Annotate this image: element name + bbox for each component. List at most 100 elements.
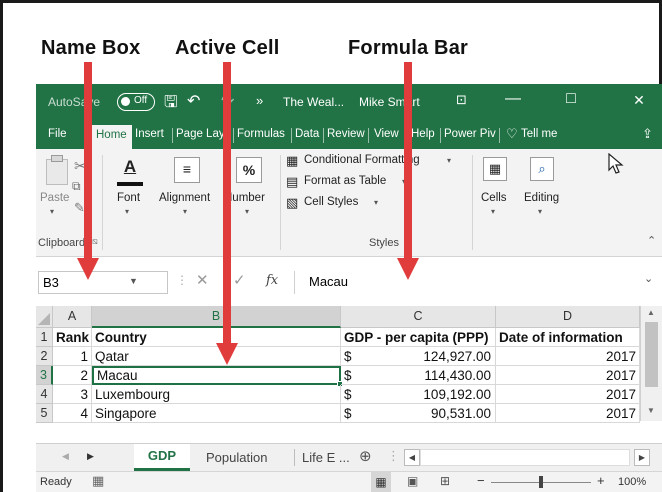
- scrollbar-thumb[interactable]: [645, 322, 658, 387]
- paste-icon[interactable]: [46, 159, 68, 185]
- cell-c2[interactable]: $ 124,927.00: [341, 347, 496, 366]
- row-header[interactable]: 2: [36, 347, 53, 366]
- maximize-button[interactable]: □: [556, 90, 586, 108]
- paste-label[interactable]: Paste: [40, 192, 69, 204]
- zoom-out-icon[interactable]: −: [477, 473, 485, 488]
- editing-group-button[interactable]: Editing: [524, 192, 559, 204]
- undo-icon[interactable]: ↶: [187, 91, 200, 111]
- cell-d4[interactable]: 2017: [496, 385, 640, 404]
- tab-formulas[interactable]: Formulas: [237, 128, 285, 140]
- tab-review[interactable]: Review: [327, 128, 365, 140]
- cell-a4[interactable]: 3: [53, 385, 92, 404]
- scroll-down-icon[interactable]: ▼: [647, 406, 655, 415]
- clipboard-launcher-icon[interactable]: ⧅: [92, 236, 98, 247]
- ribbon-display-icon[interactable]: ⊡: [456, 92, 467, 108]
- cell-d3[interactable]: 2017: [496, 366, 640, 385]
- column-header-d[interactable]: D: [496, 306, 640, 328]
- collapse-ribbon-icon[interactable]: ⌃: [647, 234, 656, 247]
- hscroll-left-icon[interactable]: ◀: [404, 449, 420, 466]
- copy-icon[interactable]: ⧉: [72, 179, 81, 194]
- cell-d2[interactable]: 2017: [496, 347, 640, 366]
- cell-a2[interactable]: 1: [53, 347, 92, 366]
- vertical-scrollbar[interactable]: ▲ ▼: [640, 306, 662, 421]
- column-header-b[interactable]: B: [92, 306, 341, 328]
- horizontal-scrollbar[interactable]: [420, 449, 630, 466]
- scroll-sheets-right-icon[interactable]: ▶: [87, 451, 94, 462]
- alignment-icon[interactable]: ≡: [174, 157, 200, 183]
- cell-c1[interactable]: GDP - per capita (PPP): [341, 328, 496, 347]
- tab-power-pivot[interactable]: Power Piv: [444, 128, 496, 140]
- macro-recording-icon[interactable]: ▦: [92, 473, 104, 489]
- scroll-sheets-left-icon[interactable]: ◀: [62, 451, 69, 462]
- minimize-button[interactable]: —: [498, 90, 528, 108]
- cell-d5[interactable]: 2017: [496, 404, 640, 423]
- column-header-a[interactable]: A: [53, 306, 92, 328]
- font-dropdown-icon[interactable]: ▾: [125, 207, 129, 216]
- insert-function-icon[interactable]: fx: [266, 273, 278, 288]
- tab-data[interactable]: Data: [295, 128, 319, 140]
- cell-styles-icon[interactable]: ▧: [286, 195, 298, 211]
- cell-c5[interactable]: $ 90,531.00: [341, 404, 496, 423]
- tell-me-search[interactable]: Tell me: [521, 128, 557, 140]
- alignment-group-button[interactable]: Alignment: [159, 192, 210, 204]
- confirm-entry-icon[interactable]: ✓: [233, 271, 246, 289]
- conditional-formatting-icon[interactable]: ▦: [286, 153, 298, 169]
- tab-insert[interactable]: Insert: [135, 128, 164, 140]
- formula-input[interactable]: Macau: [294, 271, 660, 294]
- sheet-tab-gdp[interactable]: GDP: [134, 444, 190, 471]
- tab-help[interactable]: Help: [411, 128, 435, 140]
- name-box[interactable]: B3 ▼: [38, 271, 168, 294]
- font-icon[interactable]: A: [117, 157, 143, 183]
- cell-a1[interactable]: Rank: [53, 328, 92, 347]
- number-dropdown-icon[interactable]: ▾: [245, 207, 249, 216]
- tab-home[interactable]: Home: [91, 125, 132, 149]
- cell-a5[interactable]: 4: [53, 404, 92, 423]
- paste-dropdown-icon[interactable]: ▾: [50, 207, 54, 216]
- tab-view[interactable]: View: [374, 128, 399, 140]
- share-icon[interactable]: ⇪: [642, 126, 653, 142]
- cell-c3[interactable]: $ 114,430.00: [341, 366, 496, 385]
- cells-icon[interactable]: ▦: [483, 157, 507, 181]
- expand-formula-bar-icon[interactable]: ⌄: [644, 272, 653, 285]
- sheet-tab-population[interactable]: Population: [206, 450, 267, 465]
- zoom-level[interactable]: 100%: [618, 476, 646, 488]
- row-header[interactable]: 4: [36, 385, 53, 404]
- scroll-up-icon[interactable]: ▲: [647, 308, 655, 317]
- zoom-slider-thumb[interactable]: [539, 476, 543, 488]
- format-as-table-icon[interactable]: ▤: [286, 174, 298, 190]
- save-icon[interactable]: 🖫: [164, 91, 178, 118]
- alignment-dropdown-icon[interactable]: ▾: [183, 207, 187, 216]
- row-header[interactable]: 1: [36, 328, 53, 347]
- new-sheet-icon[interactable]: ⊕: [359, 447, 372, 465]
- select-all-corner[interactable]: [36, 306, 53, 328]
- normal-view-icon[interactable]: ▦: [371, 472, 391, 492]
- cell-b5[interactable]: Singapore: [92, 404, 341, 423]
- cell-styles-dropdown-icon[interactable]: ▾: [374, 198, 378, 207]
- cell-b4[interactable]: Luxembourg: [92, 385, 341, 404]
- font-group-button[interactable]: Font: [117, 192, 140, 204]
- cell-d1[interactable]: Date of information: [496, 328, 640, 347]
- row-header-selected[interactable]: 3: [36, 366, 53, 385]
- number-icon[interactable]: %: [236, 157, 262, 183]
- page-break-view-icon[interactable]: ⊞: [440, 474, 450, 488]
- row-header[interactable]: 5: [36, 404, 53, 423]
- hscroll-right-icon[interactable]: ▶: [634, 449, 650, 466]
- editing-dropdown-icon[interactable]: ▾: [538, 207, 542, 216]
- cell-styles-button[interactable]: Cell Styles: [304, 196, 358, 208]
- format-as-table-button[interactable]: Format as Table: [304, 175, 386, 187]
- cell-c4[interactable]: $ 109,192.00: [341, 385, 496, 404]
- zoom-in-icon[interactable]: +: [597, 473, 605, 488]
- tab-split-icon[interactable]: ⋮: [387, 448, 400, 464]
- more-commands-icon[interactable]: »: [256, 93, 263, 108]
- cancel-entry-icon[interactable]: ✕: [196, 271, 209, 289]
- close-button[interactable]: ✕: [624, 92, 654, 109]
- page-layout-view-icon[interactable]: ▣: [407, 474, 418, 488]
- editing-search-icon[interactable]: ⌕: [530, 157, 554, 181]
- cells-dropdown-icon[interactable]: ▾: [491, 207, 495, 216]
- name-box-dropdown-icon[interactable]: ▼: [129, 276, 138, 286]
- active-cell-b3[interactable]: Macau: [92, 366, 341, 385]
- sheet-tab-life-expectancy[interactable]: Life E ...: [302, 450, 350, 465]
- cells-group-button[interactable]: Cells: [481, 192, 507, 204]
- column-header-c[interactable]: C: [341, 306, 496, 328]
- conditional-formatting-dropdown-icon[interactable]: ▾: [447, 156, 451, 165]
